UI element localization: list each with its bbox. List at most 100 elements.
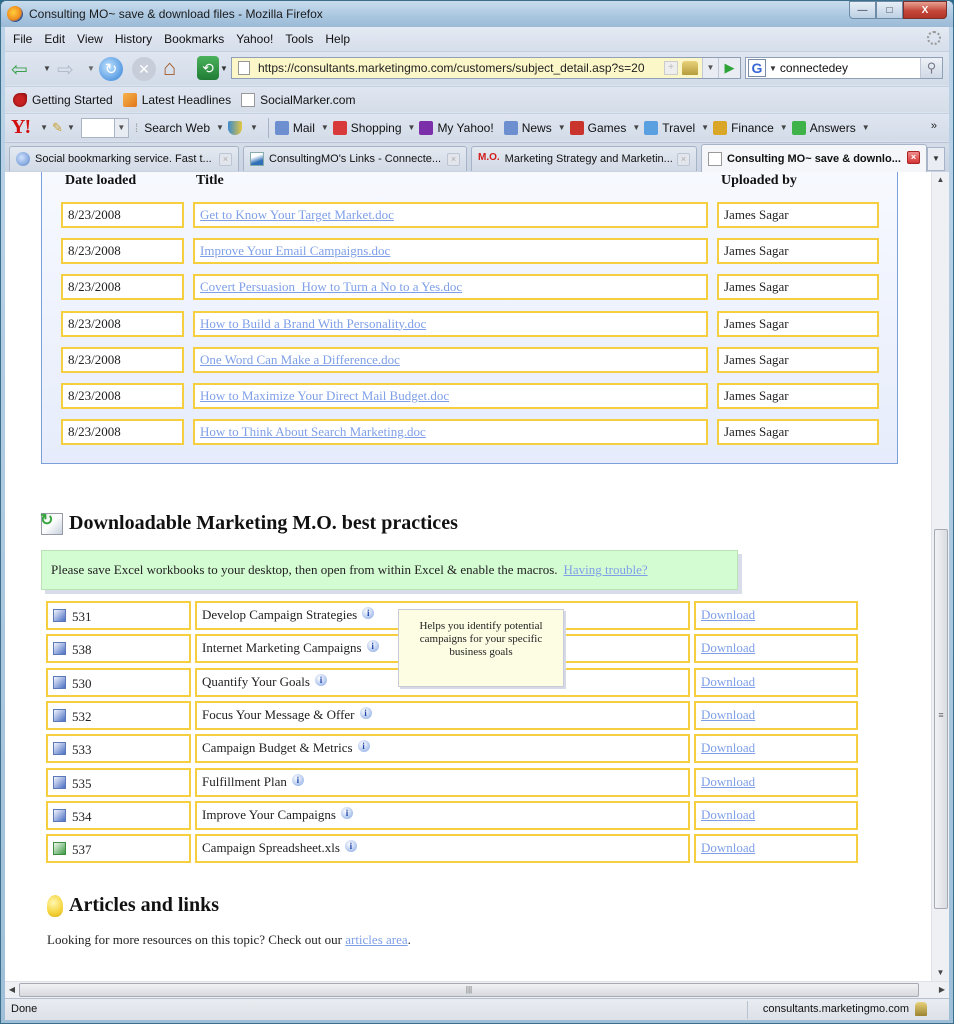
antispy-shield-icon[interactable]: [227, 120, 242, 135]
tab-consultingmo-links[interactable]: ConsultingMO's Links - Connecte... ×: [243, 146, 467, 171]
search-web-dropdown[interactable]: ▼: [216, 123, 224, 132]
back-history-dropdown[interactable]: ▼: [43, 64, 51, 73]
yahoo-item-my-yahoo[interactable]: My Yahoo!: [419, 120, 494, 135]
vertical-scroll-thumb[interactable]: ≡: [934, 529, 948, 909]
menu-history[interactable]: History: [115, 32, 152, 46]
info-icon[interactable]: i: [340, 806, 353, 819]
yahoo-item-answers[interactable]: Answers: [791, 120, 856, 135]
yahoo-menu-dropdown[interactable]: ▼: [40, 123, 48, 132]
yahoo-item-dropdown[interactable]: ▼: [632, 123, 640, 132]
menu-yahoo[interactable]: Yahoo!: [236, 32, 273, 46]
engine-dropdown[interactable]: ▼: [769, 64, 777, 73]
forward-arrow-icon[interactable]: ⇨: [57, 57, 74, 81]
info-icon[interactable]: i: [362, 607, 375, 619]
yahoo-item-dropdown[interactable]: ▼: [408, 123, 416, 132]
menu-tools[interactable]: Tools: [285, 32, 313, 46]
tab-marketing-strategy[interactable]: M.O. Marketing Strategy and Marketin... …: [471, 146, 697, 171]
scroll-right-arrow-icon[interactable]: ▶: [935, 982, 949, 998]
file-title-link[interactable]: How to Maximize Your Direct Mail Budget.…: [200, 388, 449, 404]
shield-dropdown[interactable]: ▼: [250, 123, 258, 132]
reload-icon[interactable]: ↻: [99, 57, 123, 81]
tab-list-dropdown[interactable]: ▼: [927, 147, 945, 171]
yahoo-item-dropdown[interactable]: ▼: [321, 123, 329, 132]
menu-bookmarks[interactable]: Bookmarks: [164, 32, 224, 46]
scroll-down-arrow-icon[interactable]: ▼: [932, 965, 949, 981]
having-trouble-link[interactable]: Having trouble?: [564, 562, 648, 578]
ssl-lock-icon[interactable]: [915, 1002, 927, 1016]
yahoo-logo[interactable]: Y!: [11, 116, 31, 139]
bookmark-getting-started[interactable]: Getting Started: [13, 92, 113, 107]
home-icon[interactable]: ⌂: [163, 55, 176, 80]
articles-area-link[interactable]: articles area: [345, 932, 407, 947]
bookmark-socialmarker[interactable]: SocialMarker.com: [241, 92, 355, 107]
info-icon[interactable]: i: [291, 773, 304, 786]
info-icon[interactable]: i: [357, 740, 370, 753]
maximize-button[interactable]: □: [876, 1, 903, 19]
info-icon[interactable]: i: [314, 673, 327, 686]
tab-consulting-mo-active[interactable]: Consulting MO~ save & downlo... ×: [701, 144, 927, 172]
file-title-link[interactable]: Improve Your Email Campaigns.doc: [200, 243, 390, 259]
close-button[interactable]: X: [903, 1, 947, 19]
file-title-link[interactable]: Covert Persuasion_How to Turn a No to a …: [200, 279, 462, 295]
url-input[interactable]: https://consultants.marketingmo.com/cust…: [258, 61, 664, 75]
horizontal-scroll-thumb[interactable]: |||: [19, 983, 919, 997]
search-input[interactable]: connectedey: [780, 61, 920, 75]
scroll-up-arrow-icon[interactable]: ▲: [932, 172, 949, 188]
yahoo-item-games[interactable]: Games: [569, 120, 626, 135]
info-icon[interactable]: i: [366, 640, 379, 653]
forward-history-dropdown[interactable]: ▼: [87, 64, 95, 73]
ssl-lock-icon[interactable]: [682, 61, 698, 75]
yahoo-item-mail[interactable]: Mail: [274, 120, 315, 135]
add-bookmark-icon[interactable]: +: [664, 61, 678, 75]
horizontal-scrollbar[interactable]: ◀ ||| ▶: [5, 981, 949, 998]
file-title-link[interactable]: Get to Know Your Target Market.doc: [200, 207, 394, 223]
addon-sync-icon[interactable]: ⟲: [197, 56, 219, 80]
url-history-dropdown[interactable]: ▼: [702, 58, 718, 78]
toolbar-overflow-chevron[interactable]: »: [931, 120, 937, 132]
back-arrow-icon[interactable]: ⇦: [11, 57, 28, 81]
yahoo-item-dropdown[interactable]: ▼: [862, 123, 870, 132]
info-icon[interactable]: i: [344, 840, 357, 853]
pencil-dropdown[interactable]: ▼: [67, 123, 75, 132]
download-link[interactable]: Download: [701, 707, 755, 723]
menu-file[interactable]: File: [13, 32, 32, 46]
google-engine-icon[interactable]: G: [748, 59, 766, 77]
scroll-left-arrow-icon[interactable]: ◀: [5, 982, 19, 998]
tab-social-bookmarking[interactable]: Social bookmarking service. Fast t... ×: [9, 146, 239, 171]
yahoo-item-news[interactable]: News: [503, 120, 552, 135]
file-title-link[interactable]: One Word Can Make a Difference.doc: [200, 352, 400, 368]
file-title-link[interactable]: How to Think About Search Marketing.doc: [200, 424, 426, 440]
search-magnifier-icon[interactable]: ⚲: [920, 58, 942, 78]
menu-edit[interactable]: Edit: [44, 32, 65, 46]
go-arrow-icon[interactable]: ▶: [718, 58, 740, 78]
minimize-button[interactable]: —: [849, 1, 876, 19]
tab-close-icon[interactable]: ×: [219, 153, 232, 166]
menu-view[interactable]: View: [77, 32, 103, 46]
yahoo-item-finance[interactable]: Finance: [713, 120, 774, 135]
yahoo-item-travel[interactable]: Travel: [644, 120, 695, 135]
address-bar[interactable]: https://consultants.marketingmo.com/cust…: [231, 57, 741, 79]
yahoo-search-input[interactable]: [80, 117, 115, 138]
menu-help[interactable]: Help: [325, 32, 350, 46]
search-box[interactable]: G ▼ connectedey ⚲: [745, 57, 943, 79]
download-link[interactable]: Download: [701, 774, 755, 790]
yahoo-search-dropdown[interactable]: ▼: [114, 117, 129, 138]
info-icon[interactable]: i: [359, 706, 372, 719]
download-link[interactable]: Download: [701, 807, 755, 823]
yahoo-item-dropdown[interactable]: ▼: [558, 123, 566, 132]
bookmark-latest-headlines[interactable]: Latest Headlines: [122, 92, 231, 107]
download-link[interactable]: Download: [701, 640, 755, 656]
download-link[interactable]: Download: [701, 840, 755, 856]
stop-icon[interactable]: ✕: [132, 57, 156, 81]
search-web-button[interactable]: Search Web: [144, 121, 210, 135]
tab-close-icon[interactable]: ×: [677, 153, 690, 166]
yahoo-item-dropdown[interactable]: ▼: [701, 123, 709, 132]
tab-close-icon[interactable]: ×: [907, 151, 920, 164]
pencil-icon[interactable]: ✎: [52, 120, 63, 136]
file-title-link[interactable]: How to Build a Brand With Personality.do…: [200, 316, 426, 332]
download-link[interactable]: Download: [701, 607, 755, 623]
yahoo-item-shopping[interactable]: Shopping: [332, 120, 402, 135]
download-link[interactable]: Download: [701, 674, 755, 690]
download-link[interactable]: Download: [701, 740, 755, 756]
tab-close-icon[interactable]: ×: [447, 153, 460, 166]
